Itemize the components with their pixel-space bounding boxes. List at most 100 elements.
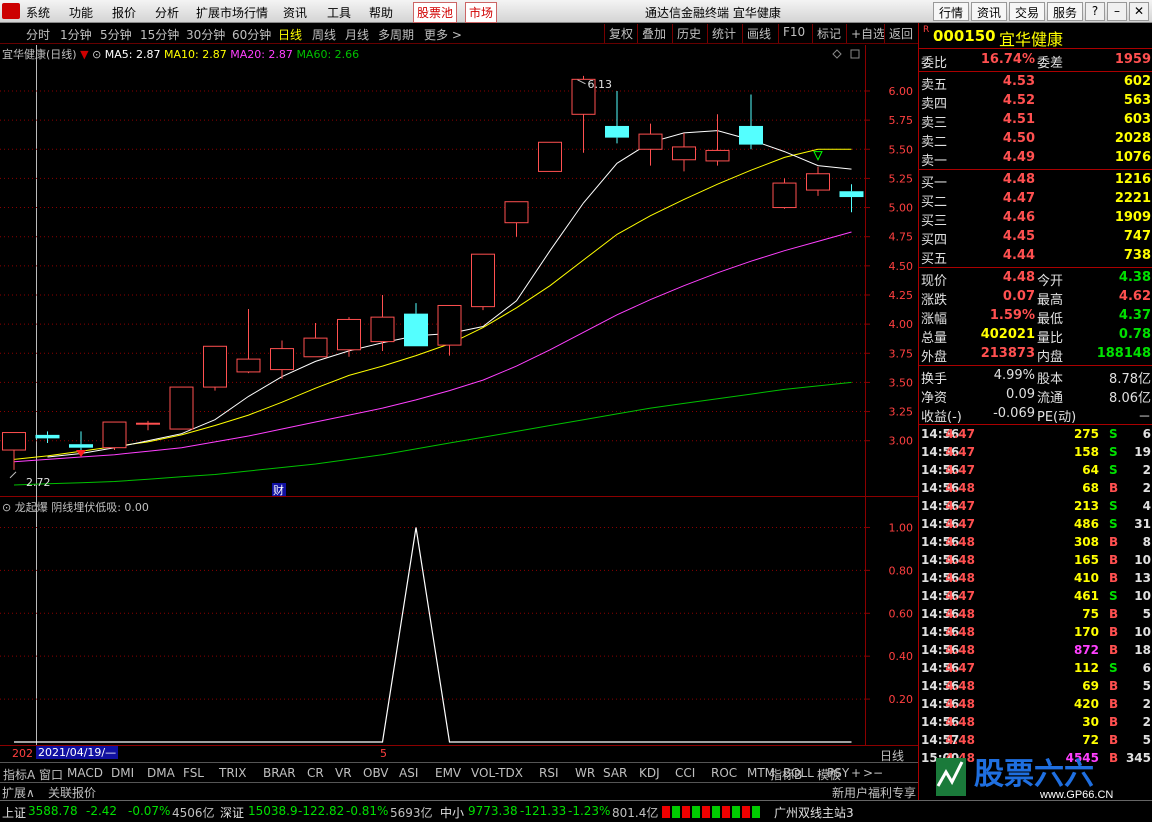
menu-help[interactable]: 帮助 (369, 4, 393, 21)
indicator-tab[interactable]: DMI (111, 766, 134, 780)
candle (102, 421, 127, 451)
related-quote-tab[interactable]: 关联报价 (48, 784, 96, 801)
btn-quotes[interactable]: 行情 (933, 2, 970, 21)
y-tick-label: 5.00 (889, 202, 914, 215)
quote-value: 188148 (1096, 346, 1151, 361)
tool-stats[interactable]: 统计 (707, 24, 740, 43)
new-user-promo[interactable]: 新用户福利专享 (832, 784, 916, 801)
period-tab[interactable]: 60分钟 (232, 26, 271, 43)
tool-mark[interactable]: 标记 (812, 24, 845, 43)
ask-price: 4.49 (1002, 150, 1035, 165)
tool-add-watch[interactable]: +自选 (846, 24, 889, 43)
period-tab[interactable]: 1分钟 (60, 26, 92, 43)
diamond-icon[interactable] (832, 49, 842, 59)
quote-panel: R 000150 宜华健康 委比 16.74% 委差 1959 卖五 4.53 602 卖四 4.52… (918, 23, 1152, 800)
tick-side: S (1109, 661, 1118, 675)
period-tab[interactable]: 30分钟 (186, 26, 225, 43)
indicator-tab[interactable]: 窗口 (39, 766, 63, 783)
indicator-right-tab[interactable]: 模板 (817, 766, 841, 783)
tool-overlay[interactable]: 叠加 (637, 24, 670, 43)
tick-price: 4.47 (945, 445, 975, 459)
quote-value: 402021 (980, 327, 1035, 342)
tool-f10[interactable]: F10 (778, 24, 809, 43)
quote-label: 今开 (1037, 274, 1064, 289)
period-tab[interactable]: 15分钟 (140, 26, 179, 43)
ask-row: 卖五 4.53 602 (919, 73, 1152, 93)
period-tab[interactable]: 周线 (312, 26, 336, 43)
candle-body-up (806, 173, 830, 191)
period-tab-active[interactable]: 日线 (278, 26, 302, 43)
indicator-tab[interactable]: WR (575, 766, 595, 780)
period-tab[interactable]: 5分钟 (100, 26, 132, 43)
fund-label: 流通 (1037, 391, 1064, 406)
candle (337, 317, 361, 357)
red-arrow-icon: ▼ (80, 48, 89, 61)
tool-history[interactable]: 历史 (672, 24, 705, 43)
trade-tick-row: 14:56 4.48 68 B 2 (919, 480, 1152, 498)
btn-news[interactable]: 资讯 (971, 2, 1008, 21)
y-tick-label: 3.75 (889, 347, 914, 360)
menu-stock-pool[interactable]: 股票池 (413, 2, 458, 23)
candle-body-up (504, 201, 529, 224)
indicator-tab[interactable]: CR (307, 766, 324, 780)
date-mark: 5 (380, 747, 387, 760)
indicator-tab[interactable]: BRAR (263, 766, 296, 780)
menu-market[interactable]: 市场 (465, 2, 498, 23)
indicator-right-tab[interactable]: + (851, 766, 861, 780)
menu-tools[interactable]: 工具 (327, 4, 351, 21)
menu-analysis[interactable]: 分析 (155, 4, 179, 21)
menu-function[interactable]: 功能 (69, 4, 93, 21)
indicator-tab[interactable]: > (863, 766, 873, 780)
quote-label: 涨幅 (921, 312, 948, 327)
dropdown-icon[interactable]: ⊙ (2, 501, 11, 514)
tool-draw[interactable]: 画线 (742, 24, 775, 43)
tool-restore[interactable]: 复权 (604, 24, 637, 43)
help-icon[interactable]: ? (1085, 2, 1105, 21)
menu-ext-market[interactable]: 扩展市场行情 (196, 4, 268, 21)
indicator-right-tab[interactable]: 指标B (770, 766, 802, 783)
close-icon[interactable]: ✕ (1129, 2, 1149, 21)
fund-value: 0.09 (1006, 387, 1035, 402)
indicator-tab[interactable]: 指标A (3, 766, 35, 783)
indicator-tab[interactable]: ROC (711, 766, 737, 780)
menu-system[interactable]: 系统 (26, 4, 50, 21)
indicator-tab[interactable]: CCI (675, 766, 695, 780)
weicha-value: 1959 (1114, 52, 1151, 67)
indicator-tab[interactable]: DMA (147, 766, 175, 780)
indicator-tab[interactable]: RSI (539, 766, 559, 780)
kline-chart[interactable]: 6.00 5.75 5.50 5.25 5.00 4.75 4.50 4.25 4.00 3.75… (0, 45, 918, 497)
expand-button[interactable]: 扩展∧ (2, 784, 35, 801)
quote-value: 1.59% (989, 308, 1035, 323)
minimize-icon[interactable]: – (1107, 2, 1127, 21)
menu-quote[interactable]: 报价 (112, 4, 136, 21)
tool-back[interactable]: 返回 (884, 24, 917, 43)
indicator-tab[interactable]: VR (335, 766, 352, 780)
divider (919, 71, 1152, 72)
maximize-icon[interactable] (850, 49, 860, 59)
menu-news[interactable]: 资讯 (283, 4, 307, 21)
period-tab[interactable]: 多周期 (378, 26, 414, 43)
indicator-tab[interactable]: VOL-TDX (471, 766, 523, 780)
indicator-tab[interactable]: ASI (399, 766, 418, 780)
btn-service[interactable]: 服务 (1047, 2, 1084, 21)
indicator-tab[interactable]: EMV (435, 766, 461, 780)
trade-tick-row: 14:56 4.48 30 B 2 (919, 714, 1152, 732)
dropdown-icon[interactable]: ⊙ (92, 48, 101, 61)
indicator-tab[interactable]: FSL (183, 766, 204, 780)
indicator-tab[interactable]: KDJ (639, 766, 660, 780)
menu-bar: 系统 功能 报价 分析 扩展市场行情 资讯 工具 帮助 股票池 市场 通达信金融… (0, 0, 1152, 23)
r-mark: R (923, 25, 930, 35)
period-tab-more[interactable]: 更多 > (424, 26, 462, 43)
indicator-tab[interactable]: MACD (67, 766, 103, 780)
trade-tick-row: 14:56 4.47 64 S 2 (919, 462, 1152, 480)
bid-row: 买四 4.45 747 (919, 228, 1152, 248)
btn-trade[interactable]: 交易 (1009, 2, 1046, 21)
indicator-chart[interactable]: 1.00 0.80 0.60 0.40 0.20 (0, 496, 918, 746)
indicator-tab[interactable]: SAR (603, 766, 627, 780)
period-tab[interactable]: 分时 (26, 26, 50, 43)
tick-volume: 68 (1082, 481, 1099, 495)
period-tab[interactable]: 月线 (345, 26, 369, 43)
indicator-right-tab[interactable]: − (873, 766, 883, 780)
indicator-tab[interactable]: TRIX (219, 766, 246, 780)
indicator-tab[interactable]: OBV (363, 766, 389, 780)
